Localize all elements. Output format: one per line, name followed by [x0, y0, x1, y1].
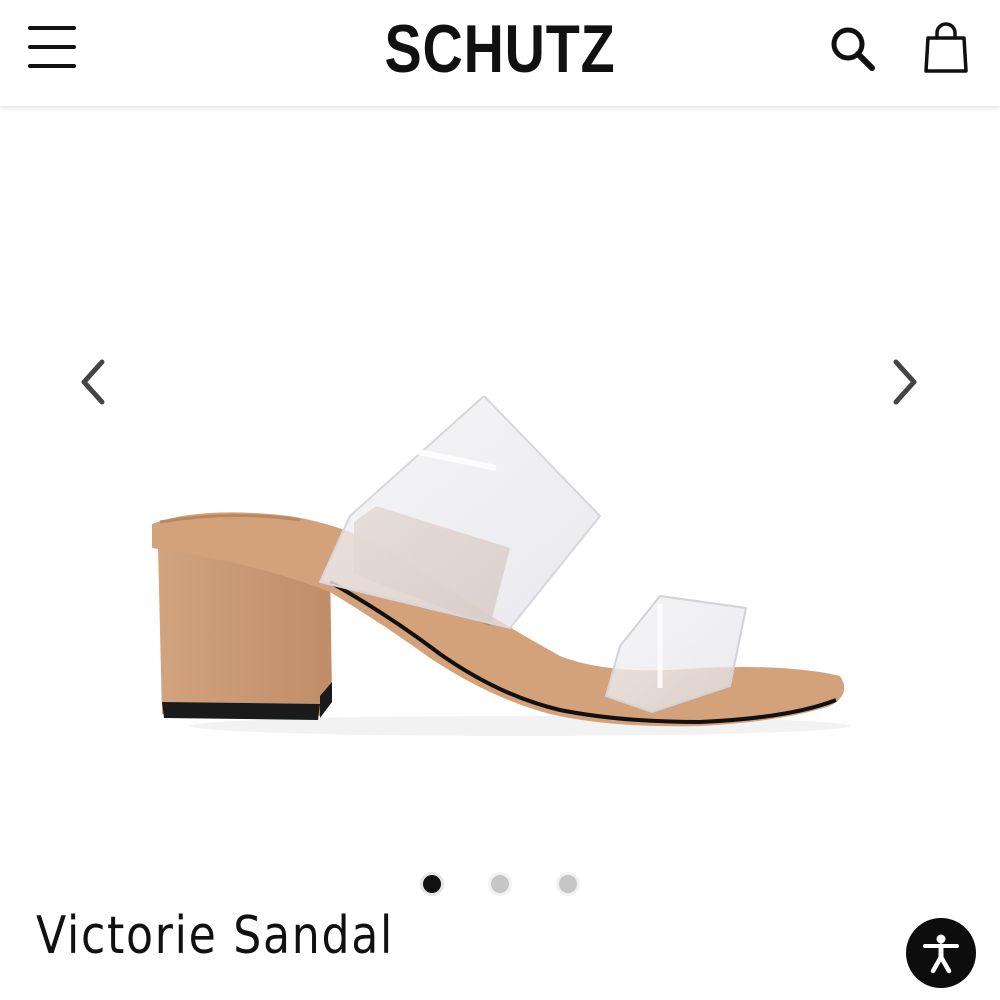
brand-logo[interactable]: SCHUTZ	[90, 12, 910, 86]
shopping-bag-icon	[924, 22, 968, 73]
chevron-right-icon	[893, 359, 917, 405]
product-title: Victorie Sandal	[36, 906, 394, 966]
product-image-sandal	[152, 396, 850, 736]
menu-button[interactable]	[28, 24, 78, 70]
hamburger-menu-icon	[28, 26, 76, 30]
next-image-button[interactable]	[876, 354, 932, 410]
cart-button[interactable]	[918, 20, 974, 76]
pagination-dot-2[interactable]	[488, 872, 512, 896]
hamburger-menu-icon-line	[28, 64, 76, 68]
pagination-dot-3[interactable]	[556, 872, 580, 896]
gallery-pagination	[0, 872, 1000, 900]
site-header: SCHUTZ	[0, 0, 1000, 106]
pagination-dot-1[interactable]	[420, 872, 444, 896]
search-button[interactable]	[824, 20, 880, 76]
product-gallery[interactable]	[0, 106, 1000, 866]
accessibility-person-icon	[923, 934, 959, 974]
accessibility-button[interactable]	[906, 918, 976, 988]
chevron-left-icon	[81, 359, 105, 405]
search-icon	[831, 27, 875, 71]
hamburger-menu-icon-line	[28, 45, 76, 49]
previous-image-button[interactable]	[66, 354, 122, 410]
